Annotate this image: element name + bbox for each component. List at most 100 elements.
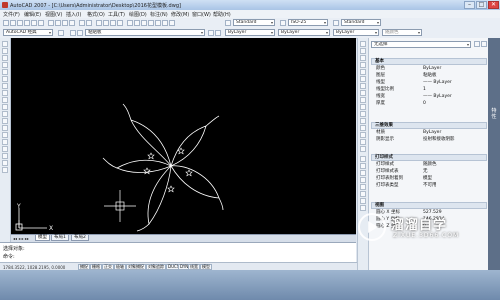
menu-dimension[interactable]: 标注(N) [150, 11, 168, 18]
undo-icon[interactable] [79, 20, 85, 26]
circle-icon[interactable] [2, 83, 8, 89]
section-general[interactable]: 基本 [371, 58, 487, 65]
cut-icon[interactable] [48, 20, 54, 26]
snap-midpoint-icon[interactable] [360, 163, 366, 169]
extend-icon[interactable] [360, 111, 366, 117]
selection-select[interactable]: 无选择 [371, 41, 471, 48]
point-icon[interactable] [2, 132, 8, 138]
menu-format[interactable]: 格式(O) [87, 11, 105, 18]
menu-edit[interactable]: 编辑(E) [24, 11, 41, 18]
tool-palettes-icon[interactable] [141, 20, 147, 26]
prop-row[interactable]: 线型 —— ByLayer [371, 80, 487, 86]
trim-icon[interactable] [360, 104, 366, 110]
text-style-select[interactable]: Standard [233, 19, 275, 26]
close-button[interactable]: ✕ [488, 1, 499, 9]
menu-window[interactable]: 窗口(W) [192, 11, 211, 18]
snap-endpoint-icon[interactable] [360, 156, 366, 162]
layer-state-icon[interactable] [77, 30, 83, 36]
ellipse-icon[interactable] [2, 104, 8, 110]
join-icon[interactable] [360, 125, 366, 131]
gradient-icon[interactable] [2, 146, 8, 152]
paste-icon[interactable] [62, 20, 68, 26]
new-file-icon[interactable] [3, 20, 9, 26]
make-block-icon[interactable] [2, 125, 8, 131]
workspace-settings-icon[interactable] [58, 30, 64, 36]
command-window[interactable]: 选择对象: 命令: [0, 242, 356, 263]
properties-titlebar[interactable]: 特性 [488, 38, 500, 270]
menu-insert[interactable]: 插入(I) [66, 11, 81, 18]
copy-icon[interactable] [55, 20, 61, 26]
section-3d-visualization[interactable]: 三维效果 [371, 122, 487, 129]
menu-modify[interactable]: 修改(M) [171, 11, 189, 18]
multiline-text-icon[interactable] [2, 167, 8, 173]
stretch-icon[interactable] [360, 97, 366, 103]
prop-row[interactable]: 材质 ByLayer [371, 130, 487, 136]
fillet-icon[interactable] [360, 139, 366, 145]
snap-quadrant-icon[interactable] [360, 184, 366, 190]
tab-nav-arrows[interactable]: ◂◂ ◂ ▸ ▸▸ [13, 236, 29, 241]
prop-row[interactable]: 线宽 —— ByLayer [371, 94, 487, 100]
section-plot-style[interactable]: 打印样式 [371, 154, 487, 161]
insert-block-icon[interactable] [2, 118, 8, 124]
polyline-icon[interactable] [2, 55, 8, 61]
prop-row[interactable]: 打印表附着到 模型 [371, 176, 487, 182]
prop-row[interactable]: 线型比例 1 [371, 87, 487, 93]
spline-icon[interactable] [2, 97, 8, 103]
save-icon[interactable] [17, 20, 23, 26]
construction-line-icon[interactable] [2, 48, 8, 54]
layer-previous-icon[interactable] [215, 30, 221, 36]
prop-row[interactable]: 厚度 0 [371, 101, 487, 107]
tab-model[interactable]: 模型 [35, 235, 50, 241]
tab-layout2[interactable]: 布局2 [71, 235, 89, 241]
rectangle-icon[interactable] [2, 69, 8, 75]
plotstyle-select[interactable]: 随颜色 [382, 29, 422, 36]
scale-icon[interactable] [360, 90, 366, 96]
maximize-button[interactable]: □ [476, 1, 487, 9]
preview-icon[interactable] [31, 20, 37, 26]
color-select[interactable]: ByLayer [225, 29, 275, 36]
menu-tools[interactable]: 工具(T) [108, 11, 125, 18]
prop-row[interactable]: 图层 粘贴板 [371, 73, 487, 79]
snap-perpendicular-icon[interactable] [360, 198, 366, 204]
menu-view[interactable]: 视图(V) [45, 11, 62, 18]
minimize-button[interactable]: – [464, 1, 475, 9]
lineweight-select[interactable]: ByLayer [333, 29, 379, 36]
region-icon[interactable] [2, 153, 8, 159]
zoom-previous-icon[interactable] [117, 20, 123, 26]
polygon-icon[interactable] [2, 62, 8, 68]
copy-object-icon[interactable] [360, 48, 366, 54]
zoom-realtime-icon[interactable] [103, 20, 109, 26]
prop-row[interactable]: 颜色 ByLayer [371, 66, 487, 72]
move-icon[interactable] [360, 76, 366, 82]
prop-row[interactable]: 打印样式表无 [371, 169, 487, 175]
print-icon[interactable] [24, 20, 30, 26]
redo-icon[interactable] [86, 20, 92, 26]
design-center-icon[interactable] [134, 20, 140, 26]
chamfer-icon[interactable] [360, 132, 366, 138]
drawing-canvas[interactable]: Y X [11, 38, 356, 234]
arc-icon[interactable] [2, 76, 8, 82]
open-file-icon[interactable] [10, 20, 16, 26]
mirror-icon[interactable] [360, 55, 366, 61]
snap-intersection-icon[interactable] [360, 170, 366, 176]
quickcalc-icon[interactable] [162, 20, 168, 26]
break-icon[interactable] [360, 118, 366, 124]
revision-cloud-icon[interactable] [2, 90, 8, 96]
array-icon[interactable] [360, 69, 366, 75]
prop-row[interactable]: 打印样式 随颜色 [371, 162, 487, 168]
rotate-icon[interactable] [360, 83, 366, 89]
match-properties-icon[interactable] [69, 20, 75, 26]
snap-tangent-icon[interactable] [360, 191, 366, 197]
line-icon[interactable] [2, 41, 8, 47]
zoom-window-icon[interactable] [110, 20, 116, 26]
offset-icon[interactable] [360, 62, 366, 68]
make-current-layer-icon[interactable] [208, 30, 214, 36]
layer-manager-icon[interactable] [70, 30, 76, 36]
command-prompt[interactable]: 命令: [3, 253, 15, 260]
ellipse-arc-icon[interactable] [2, 111, 8, 117]
properties-icon[interactable] [127, 20, 133, 26]
table-style-select[interactable]: Standard [341, 19, 381, 26]
dim-style-select[interactable]: ISO-25 [288, 19, 328, 26]
sheet-set-icon[interactable] [148, 20, 154, 26]
layer-select[interactable]: 粘贴板 [85, 29, 205, 36]
